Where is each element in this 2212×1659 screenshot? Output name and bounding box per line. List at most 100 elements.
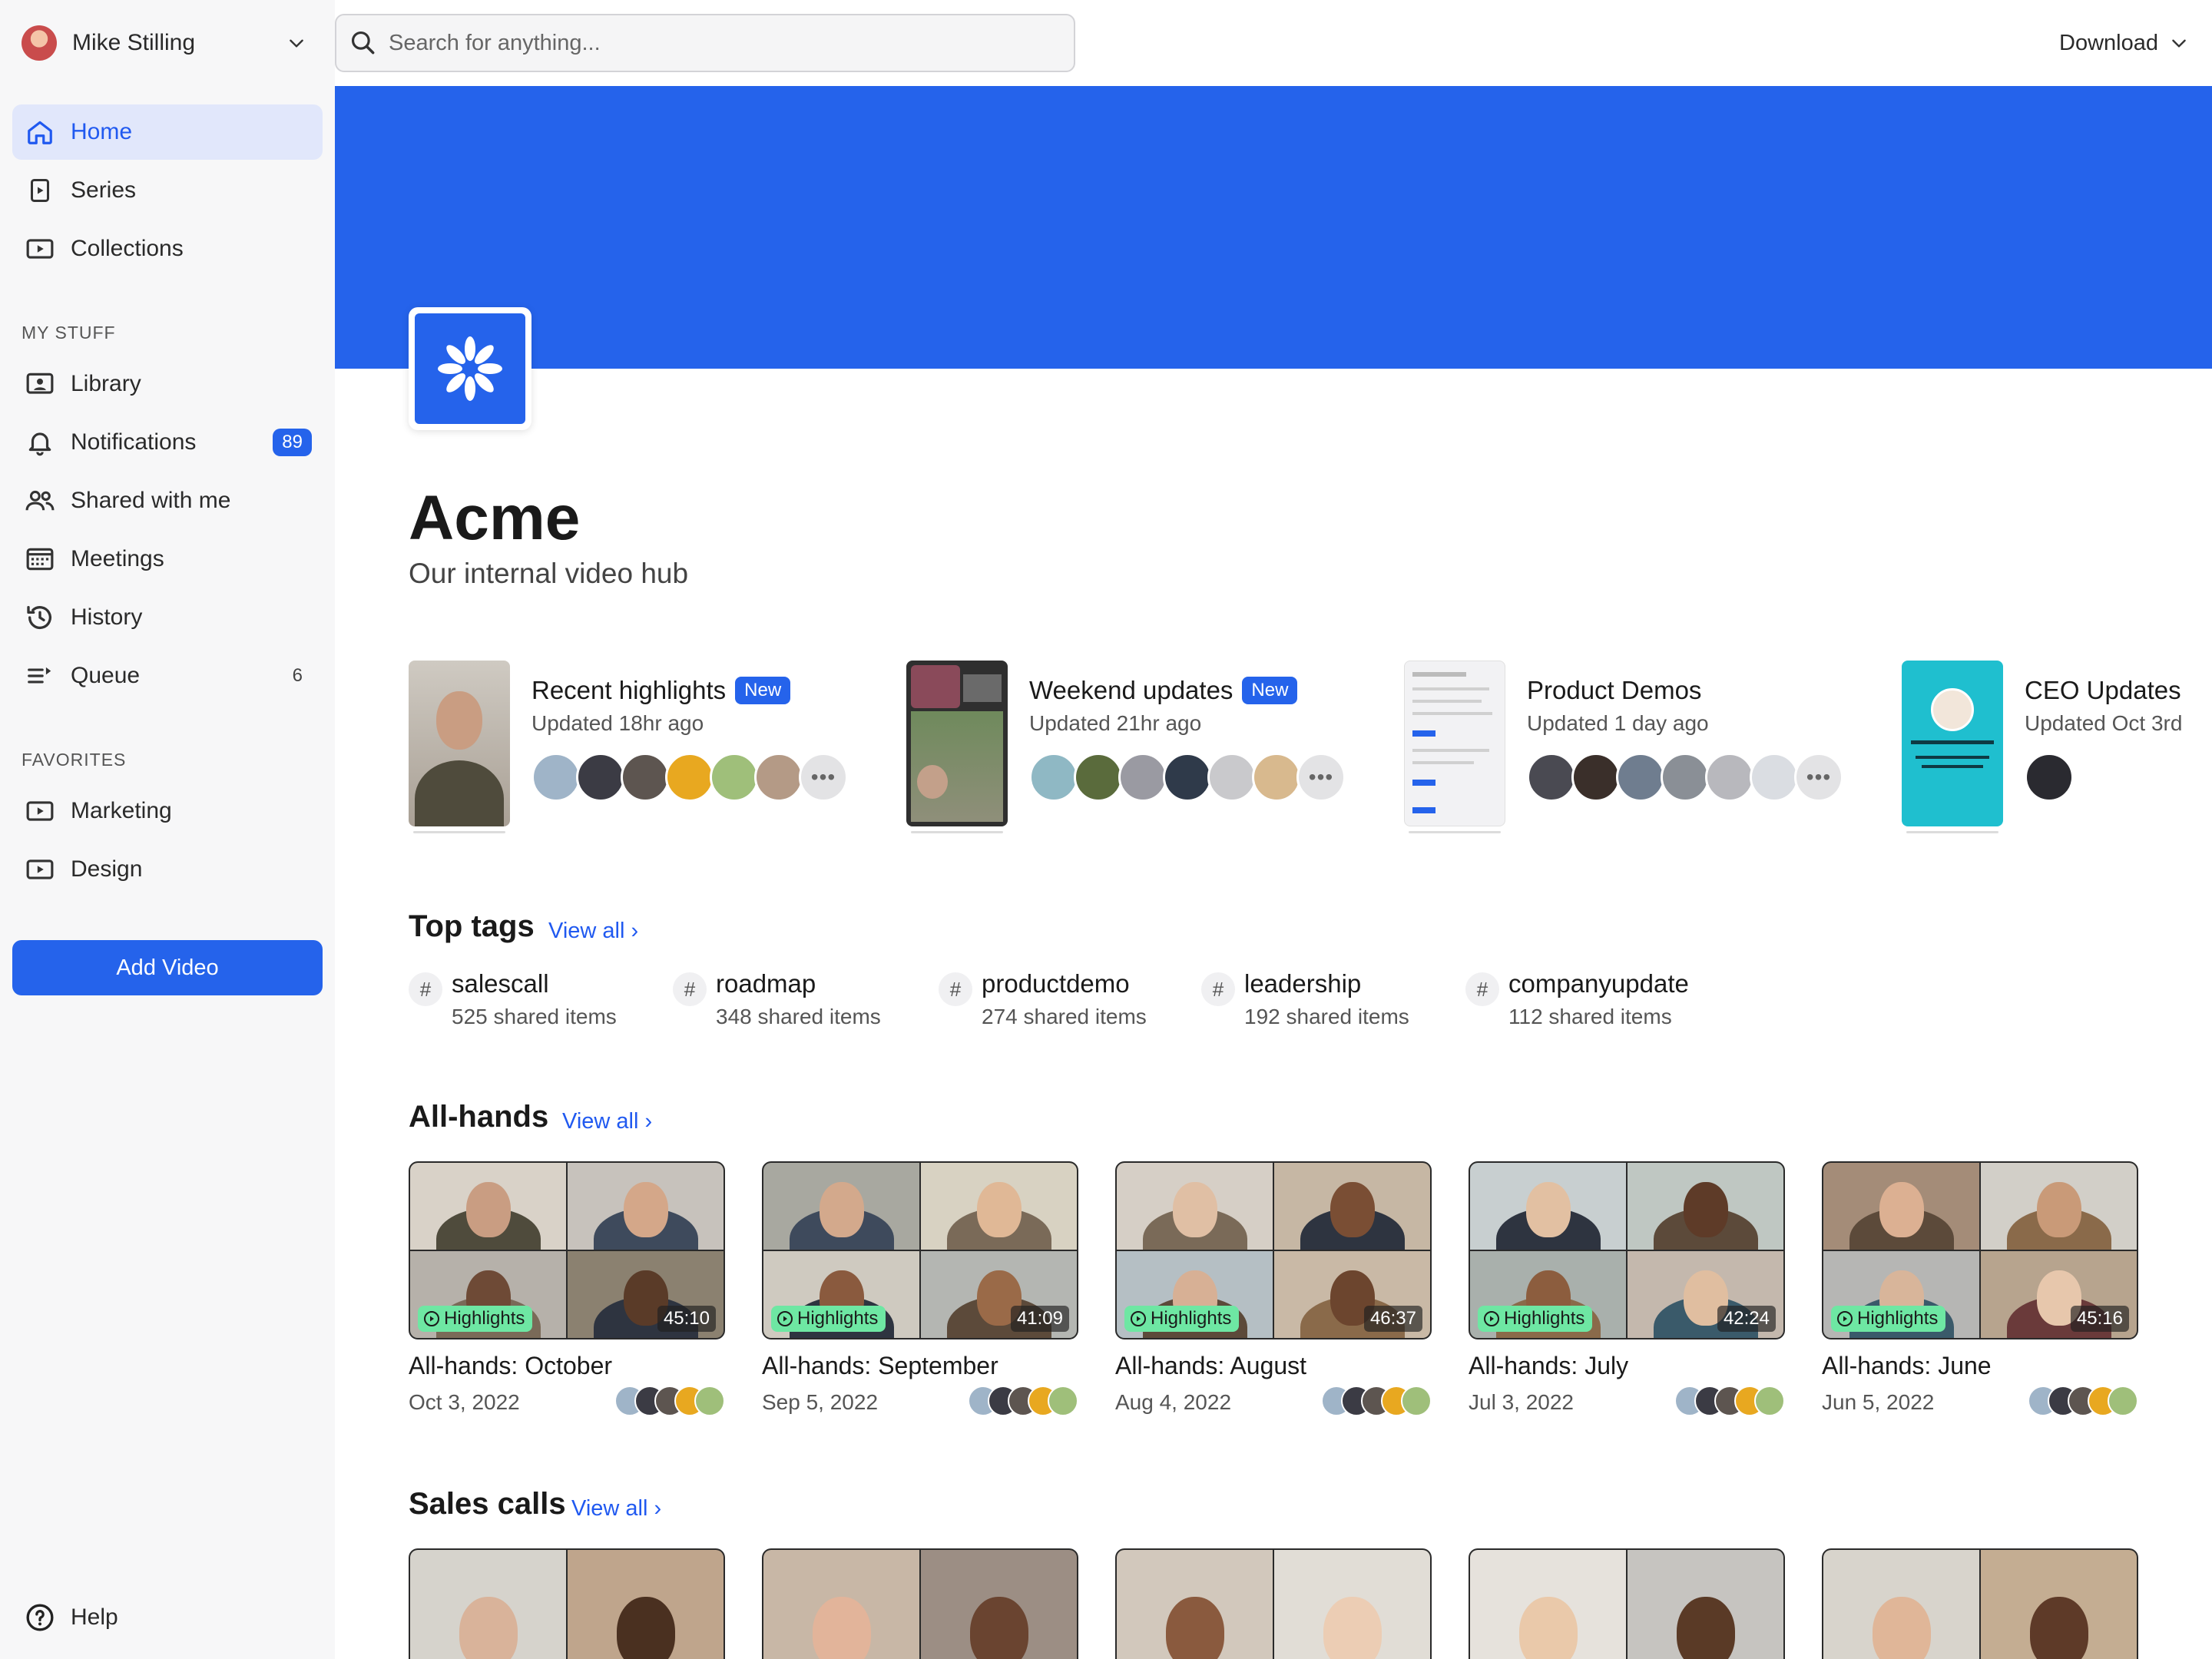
video-thumbnail[interactable]: Highlights 46:37: [1115, 1161, 1432, 1339]
sidebar-item-label: Library: [71, 371, 141, 396]
search-input[interactable]: [389, 30, 1049, 56]
sales-calls-view-all-link[interactable]: View all ›: [571, 1496, 661, 1522]
video-thumbnail[interactable]: [1115, 1548, 1432, 1659]
avatar: [1163, 753, 1212, 802]
video-thumbnail[interactable]: [409, 1548, 725, 1659]
sidebar-item-shared-with-me[interactable]: Shared with me: [12, 473, 323, 528]
sidebar-item-collections[interactable]: Collections: [12, 221, 323, 276]
sidebar-item-marketing[interactable]: Marketing: [12, 783, 323, 839]
avatar: [1252, 753, 1301, 802]
video-thumbnail[interactable]: [1469, 1548, 1785, 1659]
people-icon: [23, 484, 57, 518]
video-thumbnail[interactable]: Highlights 45:16: [1822, 1161, 2138, 1339]
collections-icon: [23, 232, 57, 266]
avatar: [1616, 753, 1665, 802]
sidebar-item-library[interactable]: Library: [12, 356, 323, 412]
sidebar-item-label: Home: [71, 119, 133, 144]
play-circle-icon: [1131, 1311, 1146, 1326]
avatar: [22, 25, 57, 61]
avatar: [1207, 753, 1257, 802]
video-title[interactable]: All-hands: August: [1115, 1352, 1306, 1380]
help-icon: [23, 1601, 57, 1634]
video-title[interactable]: All-hands: June: [1822, 1352, 1992, 1380]
series-card-product-demos[interactable]: Product Demos Updated 1 day ago •••: [1404, 661, 1880, 837]
help-link[interactable]: Help: [12, 1590, 243, 1645]
calendar-icon: [23, 542, 57, 576]
help-label: Help: [71, 1604, 118, 1630]
all-hands-view-all-link[interactable]: View all ›: [562, 1109, 652, 1134]
series-card-ceo-updates[interactable]: CEO Updates Updated Oct 3rd: [1902, 661, 2212, 837]
user-menu[interactable]: Mike Stilling: [12, 12, 312, 74]
download-menu[interactable]: Download: [2059, 22, 2189, 65]
hash-icon: #: [1465, 972, 1499, 1006]
avatar: [1074, 753, 1123, 802]
video-thumbnail[interactable]: Highlights 42:24: [1469, 1161, 1785, 1339]
tag-count: 274 shared items: [982, 1005, 1147, 1028]
library-icon: [23, 367, 57, 401]
video-folder-icon: [23, 853, 57, 886]
series-updated: Updated 1 day ago: [1527, 711, 1709, 735]
series-card-recent-highlights[interactable]: Recent highlights New Updated 18hr ago ••…: [409, 661, 885, 837]
series-avatars: •••: [1029, 753, 1346, 802]
video-title[interactable]: All-hands: September: [762, 1352, 998, 1380]
avatar: [1571, 753, 1621, 802]
avatar: [1661, 753, 1710, 802]
participant-tile: [1470, 1163, 1626, 1250]
video-title[interactable]: All-hands: October: [409, 1352, 612, 1380]
participant-tile: [410, 1163, 566, 1250]
participant-tile: [1117, 1550, 1273, 1659]
avatar: [1118, 753, 1167, 802]
participant-tile: [1117, 1163, 1273, 1250]
tag-count: 192 shared items: [1244, 1005, 1409, 1028]
series-card-weekend-updates[interactable]: Weekend updates New Updated 21hr ago •••: [906, 661, 1382, 837]
sidebar-item-label: History: [71, 604, 143, 630]
queue-count: 6: [292, 665, 303, 686]
top-tags-view-all-link[interactable]: View all ›: [548, 919, 638, 944]
stack-indicator: [1409, 831, 1501, 833]
video-thumbnail[interactable]: [762, 1548, 1078, 1659]
sidebar-item-design[interactable]: Design: [12, 842, 323, 897]
video-date: Jun 5, 2022: [1822, 1390, 1935, 1414]
video-date: Sep 5, 2022: [762, 1390, 879, 1414]
video-title[interactable]: All-hands: July: [1469, 1352, 1628, 1380]
video-date: Jul 3, 2022: [1469, 1390, 1574, 1414]
add-video-button[interactable]: Add Video: [12, 940, 323, 995]
sidebar-item-label: Marketing: [71, 798, 172, 823]
bell-icon: [23, 426, 57, 459]
page-subtitle: Our internal video hub: [409, 558, 689, 589]
video-thumbnail[interactable]: [1822, 1548, 2138, 1659]
series-thumbnail: [1902, 661, 2003, 826]
stack-indicator: [413, 831, 505, 833]
more-avatars-icon: •••: [1794, 753, 1843, 802]
participant-tile: [1981, 1163, 2137, 1250]
avatar: [1029, 753, 1078, 802]
series-updated: Updated 21hr ago: [1029, 711, 1202, 735]
participant-tile: [763, 1163, 919, 1250]
sidebar-item-meetings[interactable]: Meetings: [12, 531, 323, 587]
sidebar-item-home[interactable]: Home: [12, 104, 323, 160]
avatar: [1754, 1386, 1785, 1416]
search-bar[interactable]: [335, 14, 1075, 72]
sidebar-item-series[interactable]: Series: [12, 163, 323, 218]
sidebar-item-queue[interactable]: Queue 6: [12, 648, 323, 704]
viewer-avatars: [614, 1386, 725, 1416]
participant-tile: [1470, 1550, 1626, 1659]
video-thumbnail[interactable]: Highlights 45:10: [409, 1161, 725, 1339]
participant-tile: [410, 1550, 566, 1659]
series-thumbnail: [906, 661, 1008, 826]
series-title: Recent highlights New: [531, 676, 791, 705]
video-thumbnail[interactable]: Highlights 41:09: [762, 1161, 1078, 1339]
series-thumbnail: [1404, 661, 1505, 826]
duration-badge: 46:37: [1363, 1306, 1422, 1332]
sidebar-item-history[interactable]: History: [12, 590, 323, 645]
participant-tile: [1823, 1550, 1979, 1659]
viewer-avatars: [2028, 1386, 2138, 1416]
video-date: Aug 4, 2022: [1115, 1390, 1232, 1414]
hash-icon: #: [409, 972, 442, 1006]
participant-tile: [763, 1550, 919, 1659]
duration-badge: 45:16: [2070, 1306, 2129, 1332]
highlights-badge: Highlights: [1124, 1306, 1240, 1332]
sidebar-item-label: Meetings: [71, 546, 164, 571]
series-updated: Updated Oct 3rd: [2025, 711, 2183, 735]
sidebar-item-notifications[interactable]: Notifications 89: [12, 415, 323, 470]
